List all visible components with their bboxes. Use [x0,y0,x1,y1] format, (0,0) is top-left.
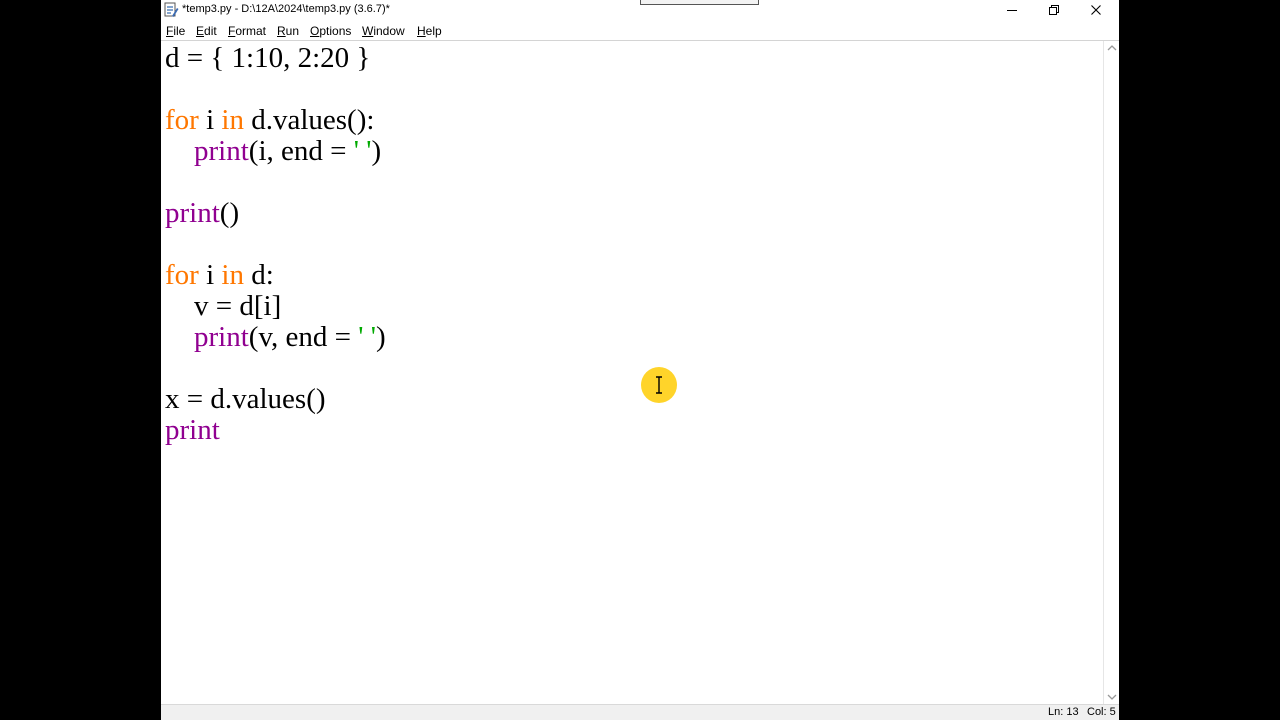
menu-file[interactable]: File [166,24,185,38]
code-token: ) [371,135,382,167]
code-token: in [221,259,244,291]
code-editor[interactable]: d = { 1:10, 2:20 } for i in d.values(): p… [161,41,1103,704]
python-file-icon [163,2,179,18]
scroll-down-icon[interactable] [1106,692,1118,702]
status-bar: Ln: 13 Col: 5 [161,704,1119,720]
code-line[interactable]: for i in d: [165,260,274,291]
minimize-icon [1007,10,1017,11]
close-icon [1091,5,1101,15]
code-line[interactable]: d = { 1:10, 2:20 } [165,43,370,74]
menu-options[interactable]: Options [310,24,351,38]
title-bar[interactable]: *temp3.py - D:\12A\2024\temp3.py (3.6.7)… [161,0,1119,21]
code-token: v = d[i] [194,290,282,322]
window-title: *temp3.py - D:\12A\2024\temp3.py (3.6.7)… [182,3,390,15]
code-line[interactable]: print() [165,198,239,229]
menu-window[interactable]: Window [362,24,405,38]
restore-icon [1049,5,1059,15]
code-token: in [221,104,244,136]
code-token: print [165,414,220,446]
code-token: ' ' [353,135,372,167]
title-decoration [640,0,759,5]
code-line[interactable]: print(i, end = ' ') [165,136,381,167]
code-token: d: [243,259,274,291]
code-token: for [165,104,199,136]
code-token: (i, end = [248,135,354,167]
menu-help[interactable]: Help [417,24,442,38]
status-column-number: Col: 5 [1087,706,1116,718]
code-line[interactable]: print(v, end = ' ') [165,322,386,353]
idle-editor-window: *temp3.py - D:\12A\2024\temp3.py (3.6.7)… [161,0,1119,720]
code-line[interactable]: for i in d.values(): [165,105,374,136]
close-button[interactable] [1075,0,1117,20]
menu-run[interactable]: Run [277,24,299,38]
menu-edit[interactable]: Edit [196,24,217,38]
code-token: x = d.values() [165,383,326,415]
code-token: i [198,259,222,291]
restore-button[interactable] [1033,0,1075,20]
minimize-button[interactable] [991,0,1033,20]
menu-format[interactable]: Format [228,24,266,38]
code-line[interactable]: x = d.values() [165,384,326,415]
vertical-scrollbar[interactable] [1103,41,1119,704]
code-token: ' ' [358,321,376,353]
code-token: print [194,321,249,353]
text-cursor-icon [656,376,662,394]
code-token: d.values(): [243,104,375,136]
code-line[interactable]: v = d[i] [165,291,281,322]
code-token: print [194,135,249,167]
code-token: for [165,259,199,291]
code-line[interactable]: print [165,415,220,446]
code-token: ) [376,321,386,353]
code-token: (v, end = [248,321,359,353]
code-token: () [219,197,240,229]
code-token: d = { 1:10, 2:20 } [165,42,371,74]
scroll-up-icon[interactable] [1106,43,1118,53]
code-token: i [198,104,222,136]
menu-bar: File Edit Format Run Options Window Help [161,21,1119,40]
code-token: print [165,197,220,229]
status-line-number: Ln: 13 [1048,706,1079,718]
